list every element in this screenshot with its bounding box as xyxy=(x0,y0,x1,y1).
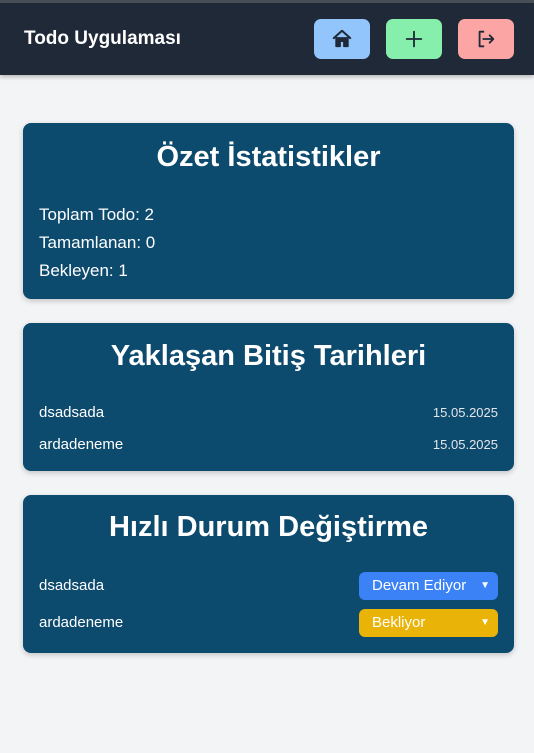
summary-title: Özet İstatistikler xyxy=(156,141,381,173)
logout-button[interactable] xyxy=(458,19,514,59)
status-select-value: Devam Ediyor xyxy=(372,577,467,594)
add-todo-button[interactable] xyxy=(386,19,442,59)
home-icon xyxy=(332,29,352,48)
deadline-date: 15.05.2025 xyxy=(432,436,498,452)
navbar: Todo Uygulaması xyxy=(0,3,534,75)
status-select[interactable]: Bekliyor ▼ xyxy=(359,608,498,637)
quick-status-title: Hızlı Durum Değiştirme xyxy=(108,511,429,543)
status-select[interactable]: Devam Ediyor ▼ xyxy=(359,571,498,600)
logout-icon xyxy=(478,30,495,48)
chevron-down-icon: ▼ xyxy=(480,580,490,591)
quick-status-card: Hızlı Durum Değiştirme dsadsada Devam Ed… xyxy=(23,495,514,653)
summary-card: Özet İstatistikler Toplam Todo: 2 Tamaml… xyxy=(23,123,514,299)
home-button[interactable] xyxy=(314,19,370,59)
stat-pending: Bekleyen: 1 xyxy=(39,261,128,280)
status-select-value: Bekliyor xyxy=(372,614,426,631)
stat-total: Toplam Todo: 2 xyxy=(39,205,154,224)
deadlines-title: Yaklaşan Bitiş Tarihleri xyxy=(110,340,427,372)
deadline-todo-name: ardadeneme xyxy=(39,435,124,453)
status-row: ardadeneme Bekliyor ▼ xyxy=(23,604,514,641)
app-title: Todo Uygulaması xyxy=(24,28,181,49)
deadline-row: dsadsada 15.05.2025 xyxy=(23,396,514,428)
deadline-row: ardadeneme 15.05.2025 xyxy=(23,428,514,460)
deadline-date: 15.05.2025 xyxy=(432,404,498,420)
status-row: dsadsada Devam Ediyor ▼ xyxy=(23,567,514,604)
stat-completed: Tamamlanan: 0 xyxy=(39,233,156,252)
deadlines-card: Yaklaşan Bitiş Tarihleri dsadsada 15.05.… xyxy=(23,323,514,471)
status-todo-name: ardadeneme xyxy=(39,614,124,631)
chevron-down-icon: ▼ xyxy=(480,617,490,628)
deadline-todo-name: dsadsada xyxy=(39,403,105,421)
status-todo-name: dsadsada xyxy=(39,577,105,594)
plus-icon xyxy=(405,30,423,48)
